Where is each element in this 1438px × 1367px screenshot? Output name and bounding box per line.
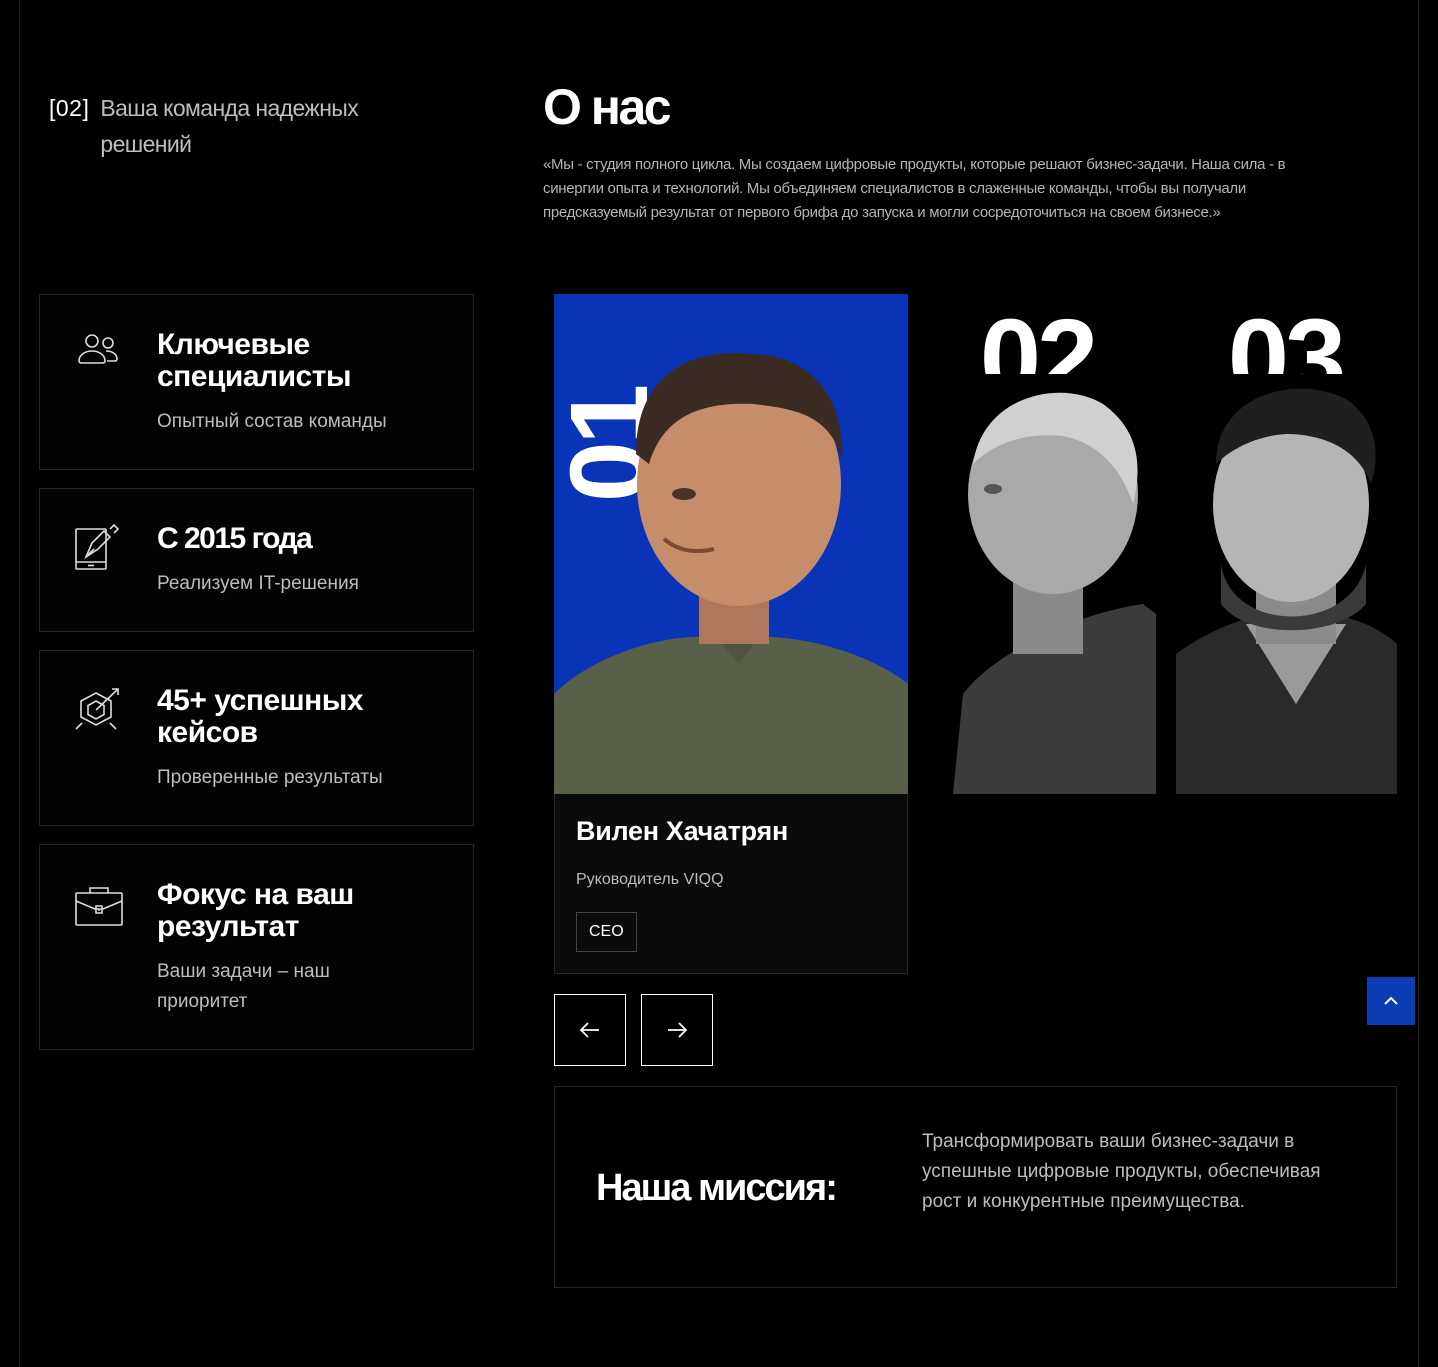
feature-card-cases: 45+ успешных кейсов Проверенные результа… [39, 650, 474, 826]
scroll-to-top-button[interactable] [1367, 977, 1415, 1025]
briefcase-icon [72, 881, 124, 933]
person-photo [953, 392, 1156, 794]
feature-card-focus: Фокус на ваш результат Ваши задачи – наш… [39, 844, 474, 1050]
page-title: О нас [543, 79, 672, 135]
member-tag: CEO [576, 912, 637, 952]
feature-subtitle: Опытный состав команды [157, 411, 387, 432]
feature-title: 45+ успешных кейсов [157, 684, 364, 749]
feature-title: С 2015 года [157, 522, 313, 555]
target-icon [72, 683, 124, 735]
section-number: [02] [49, 95, 90, 121]
next-slide-button[interactable] [641, 994, 713, 1066]
feature-subtitle: Ваши задачи – наш приоритет [157, 961, 330, 1012]
team-slide-photo-2[interactable] [953, 374, 1156, 794]
feature-subtitle: Проверенные результаты [157, 767, 383, 788]
arrow-right-icon [668, 1022, 688, 1038]
prev-slide-button[interactable] [554, 994, 626, 1066]
section-caption: Ваша команда надежных решений [100, 95, 359, 157]
feature-title: Фокус на ваш результат [157, 878, 354, 943]
slide-number-3: 03 [1227, 304, 1346, 374]
member-name: Вилен Хачатрян [576, 816, 788, 846]
chevron-up-icon [1384, 996, 1398, 1005]
feature-card-specialists: Ключевые специалисты Опытный состав кома… [39, 294, 474, 470]
pen-tablet-icon [72, 521, 124, 573]
team-slide-photo-active[interactable]: 01 [554, 294, 908, 794]
feature-title: Ключевые специалисты [157, 328, 352, 393]
mission-title: Наша миссия: [596, 1167, 838, 1209]
person-photo [554, 353, 908, 794]
member-role: Руководитель VIQQ [576, 871, 724, 888]
person-photo [1176, 388, 1397, 794]
about-description: «Мы - студия полного цикла. Мы создаем ц… [543, 156, 1286, 221]
team-slide-photo-3[interactable] [1176, 374, 1397, 794]
arrow-left-icon [579, 1022, 599, 1038]
feature-subtitle: Реализуем IT-решения [157, 573, 359, 594]
mission-block: Наша миссия: Трансформировать ваши бизне… [554, 1086, 1397, 1288]
section-label: [02] Ваша команда надежных решений [49, 92, 390, 162]
mission-text: Трансформировать ваши бизнес-задачи в ус… [922, 1131, 1321, 1212]
slide-number-2: 02 [979, 304, 1098, 374]
feature-card-since: С 2015 года Реализуем IT-решения [39, 488, 474, 632]
team-member-info: Вилен Хачатрян Руководитель VIQQ CEO [554, 794, 908, 974]
people-icon [72, 323, 124, 375]
